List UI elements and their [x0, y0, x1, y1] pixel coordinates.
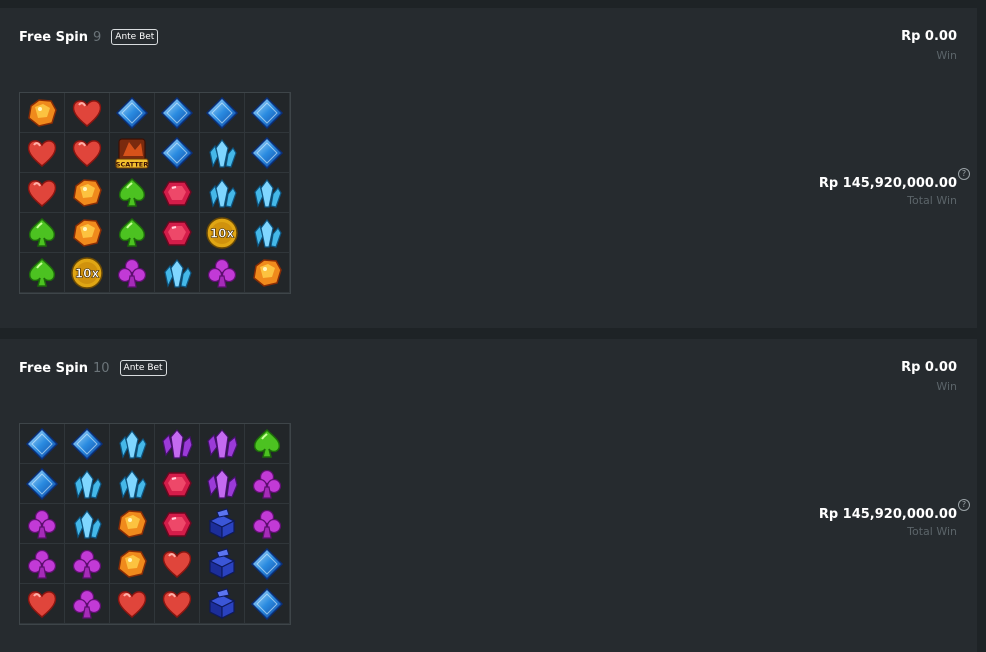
blue-diamond-icon	[245, 133, 290, 173]
win-label: Win	[936, 49, 957, 62]
help-icon[interactable]: ?	[958, 168, 970, 180]
scatter-icon: SCATTER	[110, 133, 155, 173]
cyan-crystal-icon	[155, 253, 200, 293]
blue-diamond-icon	[245, 93, 290, 133]
ruby-gem-icon	[155, 504, 200, 544]
purple-club-icon	[110, 253, 155, 293]
red-heart-icon	[65, 93, 110, 133]
ante-bet-badge: Ante Bet	[111, 29, 159, 45]
green-spade-icon	[20, 213, 65, 253]
spin-title: Free Spin 10 Ante Bet	[19, 360, 167, 376]
amber-gem-icon	[245, 253, 290, 293]
spin-number: 9	[93, 29, 102, 45]
blue-diamond-icon	[200, 93, 245, 133]
blue-diamond-icon	[20, 424, 65, 464]
cyan-crystal-icon	[65, 464, 110, 504]
reel-grid	[19, 423, 291, 625]
purple-club-icon	[245, 464, 290, 504]
navy-block-icon	[200, 584, 245, 624]
win-label: Win	[936, 380, 957, 393]
cyan-crystal-icon	[245, 173, 290, 213]
blue-diamond-icon	[245, 544, 290, 584]
spin-title-label: Free Spin	[19, 360, 88, 376]
red-heart-icon	[155, 544, 200, 584]
blue-diamond-icon	[155, 133, 200, 173]
cyan-crystal-icon	[110, 464, 155, 504]
total-win-value: Rp 145,920,000.00	[818, 176, 957, 191]
spin-title: Free Spin 9 Ante Bet	[19, 29, 159, 45]
purple-club-icon	[65, 584, 110, 624]
spin-number: 10	[93, 360, 110, 376]
amber-gem-icon	[65, 213, 110, 253]
win-value: Rp 0.00	[901, 29, 957, 44]
svg-text:SCATTER: SCATTER	[116, 160, 148, 168]
total-win-label: Total Win	[907, 525, 957, 538]
ruby-gem-icon	[155, 213, 200, 253]
red-heart-icon	[20, 584, 65, 624]
red-heart-icon	[20, 133, 65, 173]
green-spade-icon	[110, 173, 155, 213]
red-heart-icon	[65, 133, 110, 173]
green-spade-icon	[245, 424, 290, 464]
red-heart-icon	[155, 584, 200, 624]
ruby-gem-icon	[155, 173, 200, 213]
blue-diamond-icon	[155, 93, 200, 133]
green-spade-icon	[110, 213, 155, 253]
red-heart-icon	[110, 584, 155, 624]
purple-club-icon	[200, 253, 245, 293]
cyan-crystal-icon	[110, 424, 155, 464]
purple-club-icon	[245, 504, 290, 544]
cyan-crystal-icon	[200, 173, 245, 213]
cyan-crystal-icon	[65, 504, 110, 544]
win-value: Rp 0.00	[901, 360, 957, 375]
multiplier-icon: 10x	[65, 253, 110, 293]
total-win-value: Rp 145,920,000.00	[818, 507, 957, 522]
blue-diamond-icon	[245, 584, 290, 624]
purple-club-icon	[20, 504, 65, 544]
blue-diamond-icon	[20, 464, 65, 504]
total-win-label: Total Win	[907, 194, 957, 207]
purple-club-icon	[65, 544, 110, 584]
free-spin-panel: Free Spin 10 Ante Bet Rp 0.00 Win Rp 145…	[0, 339, 977, 652]
purple-crystal-icon	[200, 464, 245, 504]
navy-block-icon	[200, 504, 245, 544]
ruby-gem-icon	[155, 464, 200, 504]
red-heart-icon	[20, 173, 65, 213]
purple-club-icon	[20, 544, 65, 584]
cyan-crystal-icon	[245, 213, 290, 253]
free-spin-panel: Free Spin 9 Ante Bet Rp 0.00 Win SCATTER…	[0, 8, 977, 328]
blue-diamond-icon	[110, 93, 155, 133]
purple-crystal-icon	[200, 424, 245, 464]
ante-bet-badge: Ante Bet	[119, 360, 167, 376]
navy-block-icon	[200, 544, 245, 584]
reel-grid: SCATTER 10x 10x	[19, 92, 291, 294]
amber-gem-icon	[20, 93, 65, 133]
blue-diamond-icon	[65, 424, 110, 464]
cyan-crystal-icon	[200, 133, 245, 173]
amber-gem-icon	[110, 504, 155, 544]
svg-text:10x: 10x	[210, 226, 235, 240]
purple-crystal-icon	[155, 424, 200, 464]
svg-text:10x: 10x	[75, 266, 100, 280]
help-icon[interactable]: ?	[958, 499, 970, 511]
spin-title-label: Free Spin	[19, 29, 88, 45]
amber-gem-icon	[65, 173, 110, 213]
multiplier-icon: 10x	[200, 213, 245, 253]
amber-gem-icon	[110, 544, 155, 584]
green-spade-icon	[20, 253, 65, 293]
